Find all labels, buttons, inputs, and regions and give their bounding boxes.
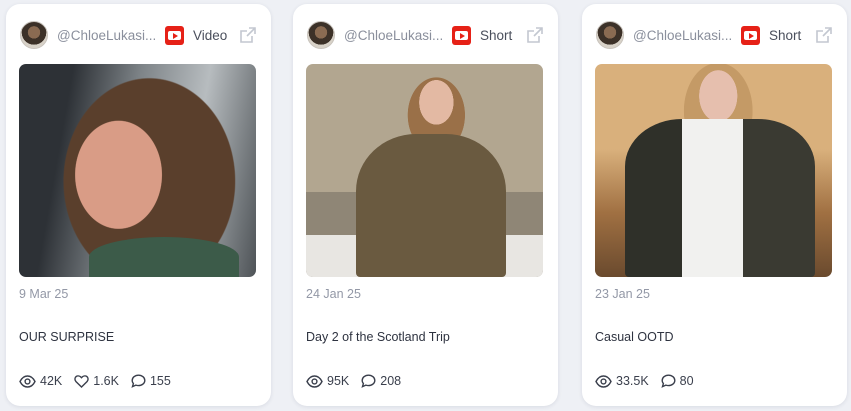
views-count: 42K bbox=[40, 374, 63, 388]
comment-icon bbox=[131, 374, 146, 388]
video-thumbnail[interactable] bbox=[595, 64, 832, 277]
post-card[interactable]: @ChloeLukasi... Video 9 Mar 25 OUR SURPR… bbox=[6, 4, 271, 406]
eye-icon bbox=[595, 374, 612, 388]
post-title: OUR SURPRISE bbox=[19, 330, 115, 344]
comments-stat: 208 bbox=[361, 374, 401, 388]
video-thumbnail[interactable] bbox=[19, 64, 256, 277]
content-type-label: Short bbox=[769, 27, 802, 43]
card-header: @ChloeLukasi... Short bbox=[596, 20, 833, 50]
comment-icon bbox=[661, 374, 676, 388]
channel-handle[interactable]: @ChloeLukasi... bbox=[633, 28, 733, 43]
eye-icon bbox=[19, 374, 36, 388]
post-date: 24 Jan 25 bbox=[306, 287, 361, 301]
post-card[interactable]: @ChloeLukasi... Short 23 Jan 25 Casual O… bbox=[582, 4, 847, 406]
avatar[interactable] bbox=[307, 21, 335, 49]
comments-count: 155 bbox=[149, 374, 171, 388]
card-header: @ChloeLukasi... Video bbox=[20, 20, 257, 50]
views-count: 95K bbox=[327, 374, 350, 388]
post-date: 23 Jan 25 bbox=[595, 287, 650, 301]
comments-stat: 80 bbox=[661, 374, 694, 388]
content-type-label: Video bbox=[193, 27, 228, 43]
views-count: 33.5K bbox=[616, 374, 649, 388]
channel-handle[interactable]: @ChloeLukasi... bbox=[344, 28, 444, 43]
post-card[interactable]: @ChloeLukasi... Short 24 Jan 25 Day 2 of… bbox=[293, 4, 558, 406]
comments-count: 80 bbox=[679, 374, 694, 388]
external-link-icon[interactable] bbox=[526, 26, 544, 44]
video-thumbnail[interactable] bbox=[306, 64, 543, 277]
views-stat: 95K bbox=[306, 374, 349, 388]
content-type-label: Short bbox=[480, 27, 513, 43]
youtube-icon bbox=[452, 25, 471, 45]
post-stats: 95K 208 bbox=[306, 372, 413, 390]
card-header: @ChloeLukasi... Short bbox=[307, 20, 544, 50]
external-link-icon[interactable] bbox=[815, 26, 833, 44]
comments-count: 208 bbox=[380, 374, 402, 388]
likes-stat: 1.6K bbox=[74, 374, 119, 388]
comments-stat: 155 bbox=[131, 374, 171, 388]
likes-count: 1.6K bbox=[93, 374, 119, 388]
post-title: Casual OOTD bbox=[595, 330, 674, 344]
avatar[interactable] bbox=[20, 21, 48, 49]
views-stat: 33.5K bbox=[595, 374, 649, 388]
youtube-icon bbox=[165, 25, 184, 45]
heart-icon bbox=[74, 374, 90, 388]
avatar[interactable] bbox=[596, 21, 624, 49]
post-title: Day 2 of the Scotland Trip bbox=[306, 330, 450, 344]
post-date: 9 Mar 25 bbox=[19, 287, 69, 301]
channel-handle[interactable]: @ChloeLukasi... bbox=[57, 28, 157, 43]
external-link-icon[interactable] bbox=[239, 26, 257, 44]
comment-icon bbox=[361, 374, 376, 388]
post-stats: 42K 1.6K 155 bbox=[19, 372, 183, 390]
views-stat: 42K bbox=[19, 374, 62, 388]
post-stats: 33.5K 80 bbox=[595, 372, 706, 390]
eye-icon bbox=[306, 374, 323, 388]
youtube-icon bbox=[741, 25, 760, 45]
